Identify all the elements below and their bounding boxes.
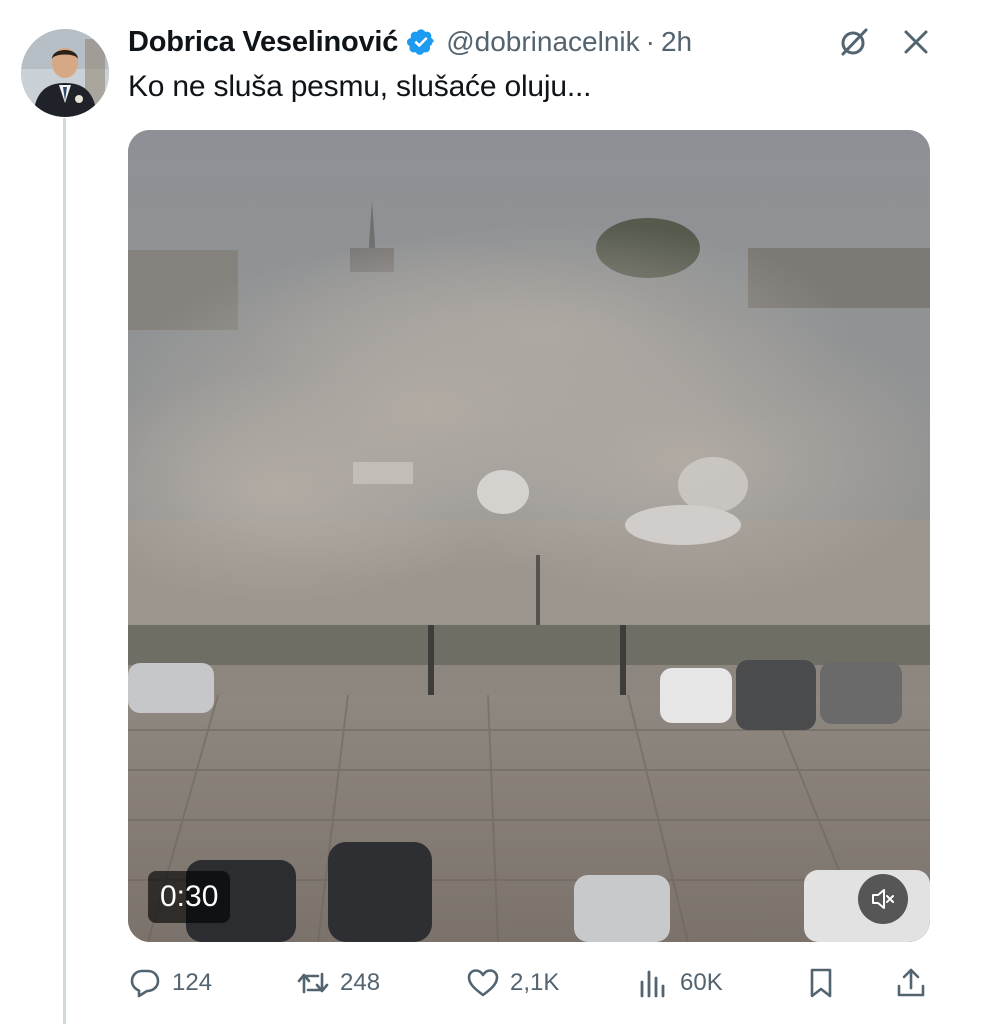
tweet-header: Dobrica Veselinović @dobrinacelnik · 2h: [128, 22, 692, 62]
like-count: 2,1K: [510, 969, 560, 996]
repost-button[interactable]: 248: [296, 958, 380, 1008]
avatar[interactable]: [21, 29, 109, 117]
views-button[interactable]: 60K: [636, 958, 723, 1008]
tweet-text: Ko ne sluša pesmu, slušaće oluju...: [128, 70, 592, 103]
bookmark-icon: [804, 966, 838, 1000]
mute-button[interactable]: [858, 874, 908, 924]
repost-icon: [296, 966, 330, 1000]
close-icon[interactable]: [900, 26, 932, 58]
bookmark-button[interactable]: [804, 958, 848, 1008]
header-separator: ·: [645, 26, 655, 57]
video-player[interactable]: 0:30: [128, 130, 930, 942]
verified-badge-icon: [406, 27, 436, 57]
reply-count: 124: [172, 969, 213, 996]
video-duration: 0:30: [148, 871, 231, 923]
reply-button[interactable]: 124: [128, 958, 212, 1008]
tweet-timestamp[interactable]: 2h: [661, 26, 692, 58]
like-button[interactable]: 2,1K: [466, 958, 559, 1008]
share-upload-icon: [894, 966, 928, 1000]
heart-icon: [466, 966, 500, 1000]
tweet-top-actions: [838, 26, 932, 58]
repost-count: 248: [340, 969, 381, 996]
views-count: 60K: [680, 969, 723, 996]
thread-connector-line: [63, 118, 66, 1024]
grok-slash-icon[interactable]: [838, 26, 870, 58]
bar-chart-icon: [636, 966, 670, 1000]
tweet-actions-bar: 124 248 2,1K 60K: [128, 958, 930, 1008]
video-frame: [128, 130, 930, 942]
author-display-name[interactable]: Dobrica Veselinović: [128, 26, 398, 59]
author-handle[interactable]: @dobrinacelnik: [446, 26, 639, 58]
reply-bubble-icon: [128, 966, 162, 1000]
speaker-muted-icon: [870, 886, 896, 912]
share-button[interactable]: [894, 958, 938, 1008]
